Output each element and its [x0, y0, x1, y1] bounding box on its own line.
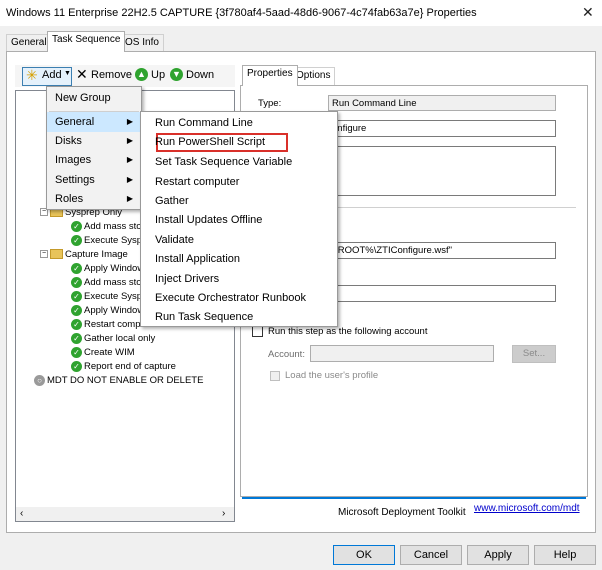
- submenu-item-run-task-sequence[interactable]: Run Task Sequence: [155, 311, 253, 323]
- tab-general[interactable]: General: [6, 34, 52, 51]
- tree-item[interactable]: ✓ Gather local only: [71, 333, 155, 344]
- account-field: [310, 345, 494, 362]
- cancel-button[interactable]: Cancel: [400, 545, 462, 565]
- tab-options[interactable]: Options: [291, 67, 336, 85]
- menu-item-roles[interactable]: Roles ▶: [47, 189, 141, 209]
- menu-item-general[interactable]: General ▶: [47, 112, 141, 132]
- up-icon: ▲: [135, 68, 148, 81]
- menu-item-settings[interactable]: Settings ▶: [47, 170, 141, 190]
- check-icon: ✓: [71, 333, 82, 344]
- submenu-item-run-powershell-script[interactable]: Run PowerShell Script: [155, 136, 265, 148]
- down-icon: ▼: [170, 68, 183, 81]
- account-label: Account:: [268, 349, 305, 360]
- folder-icon: [50, 249, 63, 260]
- ok-button[interactable]: OK: [333, 545, 395, 565]
- menu-item-images[interactable]: Images ▶: [47, 150, 141, 170]
- run-as-label: Run this step as the following account: [268, 326, 428, 337]
- tree-item[interactable]: ✓ Execute Sysp: [71, 235, 142, 246]
- add-icon: ✳: [26, 67, 38, 83]
- tree-item[interactable]: ✓ Restart comp: [71, 319, 141, 330]
- mdt-link[interactable]: www.microsoft.com/mdt: [474, 503, 580, 514]
- submenu-item-install-updates-offline[interactable]: Install Updates Offline: [155, 214, 262, 226]
- load-profile-label: Load the user's profile: [285, 370, 379, 381]
- disabled-icon: ○: [34, 375, 45, 386]
- collapse-icon[interactable]: −: [40, 250, 48, 259]
- load-profile-checkbox: [270, 371, 280, 381]
- chevron-right-icon: ▶: [126, 155, 133, 164]
- scroll-left-icon[interactable]: ‹: [20, 508, 23, 519]
- scroll-right-icon[interactable]: ›: [222, 508, 225, 519]
- chevron-right-icon: ▶: [126, 136, 133, 145]
- check-icon: ✓: [71, 319, 82, 330]
- tree-item[interactable]: ✓ Execute Sysp: [71, 291, 142, 302]
- tree-item[interactable]: ✓ Report end of capture: [71, 361, 176, 372]
- submenu-item-validate[interactable]: Validate: [155, 234, 194, 246]
- check-icon: ✓: [71, 347, 82, 358]
- window-title: Windows 11 Enterprise 22H2.5 CAPTURE {3f…: [6, 7, 477, 19]
- up-button[interactable]: Up: [151, 69, 165, 81]
- run-as-checkbox[interactable]: [252, 326, 263, 337]
- submenu-item-restart[interactable]: Restart computer: [155, 176, 239, 188]
- submenu-item-orchestrator-runbook[interactable]: Execute Orchestrator Runbook: [155, 292, 306, 304]
- tree-item[interactable]: ✓ Add mass sto: [71, 277, 142, 288]
- check-icon: ✓: [71, 221, 82, 232]
- tab-properties[interactable]: Properties: [242, 65, 298, 86]
- apply-button[interactable]: Apply: [467, 545, 529, 565]
- chevron-down-icon: ▼: [64, 70, 71, 77]
- tree-scrollbar[interactable]: [16, 507, 234, 521]
- remove-icon: ✕: [76, 66, 88, 82]
- tree-item[interactable]: ✓ Apply Window: [71, 305, 144, 316]
- chevron-right-icon: ▶: [126, 117, 133, 126]
- chevron-right-icon: ▶: [126, 194, 133, 203]
- type-field: Run Command Line: [328, 95, 556, 111]
- check-icon: ✓: [71, 277, 82, 288]
- submenu-item-install-application[interactable]: Install Application: [155, 253, 240, 265]
- menu-item-new-group[interactable]: New Group: [47, 88, 141, 108]
- command-line-field[interactable]: TROOT%\ZTIConfigure.wsf": [328, 242, 556, 259]
- menu-item-disks[interactable]: Disks ▶: [47, 131, 141, 151]
- name-field[interactable]: onfigure: [328, 120, 556, 137]
- tree-item[interactable]: ✓ Add mass sto: [71, 221, 142, 232]
- footer-divider: [242, 497, 586, 499]
- add-button[interactable]: Add: [42, 69, 62, 81]
- start-in-field[interactable]: [328, 285, 556, 302]
- submenu-item-gather[interactable]: Gather: [155, 195, 189, 207]
- chevron-right-icon: ▶: [126, 175, 133, 184]
- submenu-item-run-command-line[interactable]: Run Command Line: [155, 117, 253, 129]
- tree-item[interactable]: ✓ Apply Window: [71, 263, 144, 274]
- add-menu: New Group General ▶ Disks ▶ Images ▶ Settin…: [46, 86, 142, 210]
- check-icon: ✓: [71, 361, 82, 372]
- tab-os-info[interactable]: OS Info: [120, 34, 164, 51]
- general-submenu: Run Command Line Run PowerShell Script S…: [140, 111, 338, 327]
- down-button[interactable]: Down: [186, 69, 214, 81]
- submenu-item-set-variable[interactable]: Set Task Sequence Variable: [155, 156, 292, 168]
- check-icon: ✓: [71, 305, 82, 316]
- remove-button[interactable]: Remove: [91, 69, 132, 81]
- tree-group[interactable]: − Capture Image: [40, 249, 128, 260]
- description-field[interactable]: [328, 146, 556, 196]
- tree-item-disabled[interactable]: ○ MDT DO NOT ENABLE OR DELETE: [34, 375, 203, 386]
- check-icon: ✓: [71, 235, 82, 246]
- help-button[interactable]: Help: [534, 545, 596, 565]
- close-icon[interactable]: ✕: [582, 4, 594, 21]
- check-icon: ✓: [71, 291, 82, 302]
- tree-item[interactable]: ✓ Create WIM: [71, 347, 135, 358]
- tab-task-sequence[interactable]: Task Sequence: [47, 31, 126, 52]
- type-label: Type:: [258, 98, 282, 109]
- set-button: Set...: [512, 345, 556, 363]
- submenu-item-inject-drivers[interactable]: Inject Drivers: [155, 273, 219, 285]
- check-icon: ✓: [71, 263, 82, 274]
- toolkit-label: Microsoft Deployment Toolkit: [338, 507, 466, 518]
